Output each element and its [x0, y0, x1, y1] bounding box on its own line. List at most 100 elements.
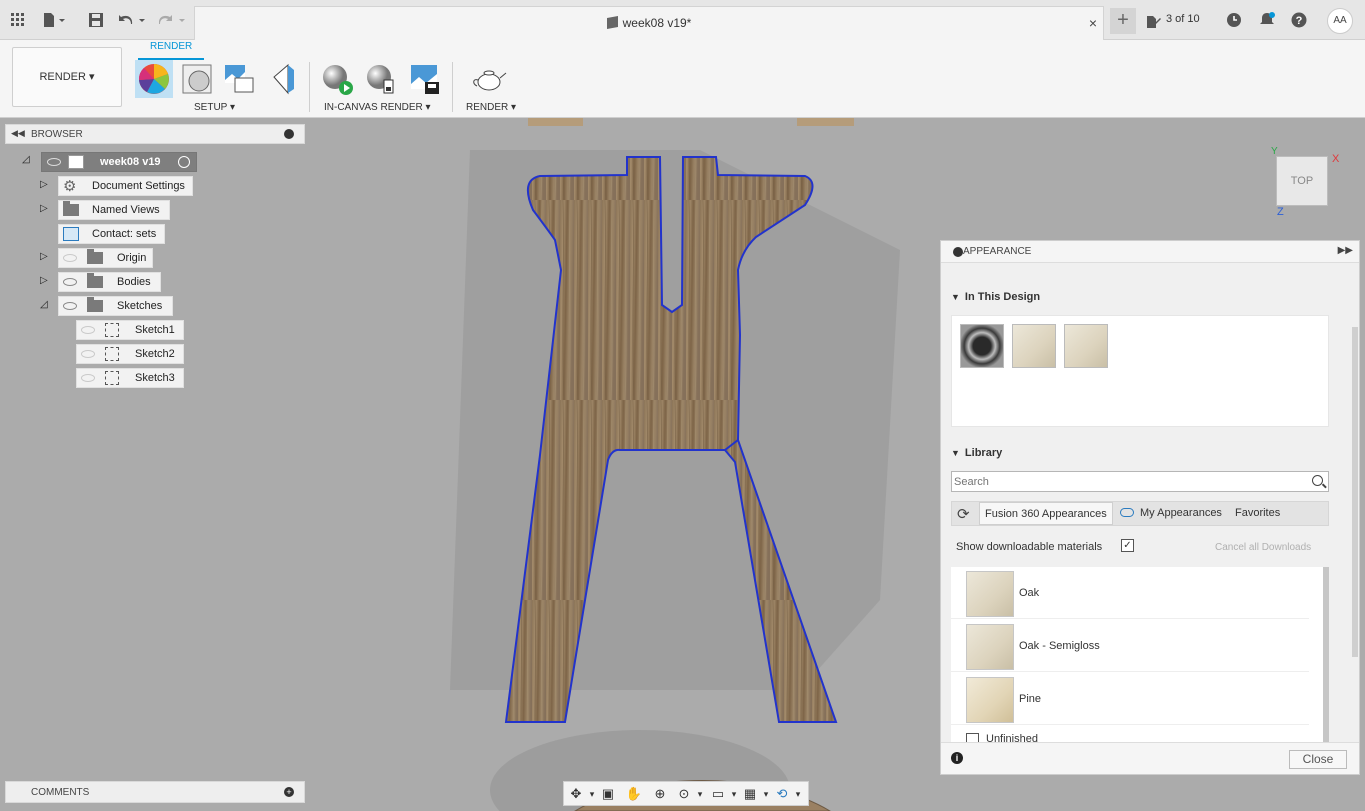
new-tab-button[interactable]: + — [1110, 8, 1136, 34]
browser-item-origin[interactable]: Origin — [58, 248, 153, 268]
zoom-icon[interactable]: ⊕ — [652, 786, 668, 802]
fit-icon[interactable]: ⊙ — [676, 786, 692, 802]
visibility-icon[interactable] — [81, 374, 95, 382]
activate-radio-icon[interactable] — [178, 156, 190, 168]
oak-semigloss-appearance-swatch[interactable] — [1064, 324, 1108, 368]
browser-item-sketch3[interactable]: Sketch3 — [76, 368, 184, 388]
visibility-icon[interactable] — [81, 350, 95, 358]
browser-item-bodies[interactable]: Bodies — [58, 272, 161, 292]
add-comment-icon[interactable]: + — [284, 787, 294, 797]
tab-favorites[interactable]: Favorites — [1235, 502, 1280, 525]
save-icon[interactable] — [86, 10, 106, 30]
collapse-section-icon[interactable]: ▼ — [951, 448, 960, 458]
redo-icon[interactable] — [158, 10, 188, 30]
svg-text:?: ? — [1296, 15, 1303, 27]
file-menu-icon[interactable] — [40, 10, 70, 30]
oak-appearance-swatch[interactable] — [1012, 324, 1056, 368]
close-button[interactable]: Close — [1289, 750, 1347, 769]
material-item-pine[interactable]: Pine — [951, 674, 1309, 725]
cloud-icon — [1120, 508, 1134, 517]
collapse-panel-icon[interactable]: ◀◀ — [11, 128, 25, 139]
in-canvas-settings-icon[interactable] — [362, 60, 400, 98]
expand-icon[interactable]: ▷ — [40, 179, 48, 190]
material-list-scroll-thumb[interactable] — [1323, 567, 1329, 743]
appearance-panel-header[interactable]: APPEARANCE ▶▶ — [941, 241, 1359, 263]
app-grid-icon[interactable] — [8, 10, 28, 30]
look-at-icon[interactable]: ▣ — [600, 786, 616, 802]
visibility-icon[interactable] — [81, 326, 95, 334]
chevron-down-icon[interactable]: ▾ — [790, 786, 806, 802]
setup-group-label[interactable]: SETUP ▾ — [194, 102, 235, 113]
library-search-box[interactable] — [951, 471, 1329, 492]
comments-panel[interactable]: COMMENTS + — [5, 781, 305, 803]
expand-icon[interactable]: ▷ — [40, 203, 48, 214]
tab-my-appearances[interactable]: My Appearances — [1140, 502, 1222, 525]
chrome-appearance-swatch[interactable] — [960, 324, 1004, 368]
tab-fusion-360-appearances[interactable]: Fusion 360 Appearances — [979, 502, 1113, 525]
chevron-down-icon[interactable]: ▾ — [692, 786, 708, 802]
expand-panel-icon[interactable]: ▶▶ — [1338, 245, 1353, 256]
appearance-panel-footer: i Close — [941, 742, 1359, 774]
library-search-input[interactable] — [952, 472, 1292, 491]
chevron-down-icon[interactable]: ▾ — [584, 786, 600, 802]
browser-item-sketches[interactable]: Sketches — [58, 296, 173, 316]
versions-icon[interactable] — [1146, 11, 1162, 31]
browser-item-named-views[interactable]: Named Views — [58, 200, 170, 220]
texture-map-icon[interactable] — [220, 60, 258, 98]
browser-item-sketch2[interactable]: Sketch2 — [76, 344, 184, 364]
in-canvas-group-label[interactable]: IN-CANVAS RENDER ▾ — [324, 102, 431, 113]
browser-item-sketch1[interactable]: Sketch1 — [76, 320, 184, 340]
chevron-down-icon[interactable]: ▾ — [758, 786, 774, 802]
cancel-all-downloads-link[interactable]: Cancel all Downloads — [1215, 542, 1311, 553]
display-settings-icon[interactable]: ▭ — [710, 786, 726, 802]
tab-render[interactable]: RENDER — [150, 41, 192, 52]
decal-icon[interactable] — [264, 60, 302, 98]
minimize-browser-icon[interactable] — [284, 129, 294, 139]
search-icon[interactable] — [1312, 475, 1323, 486]
material-item-oak-semigloss[interactable]: Oak - Semigloss — [951, 621, 1309, 672]
pan-hand-icon[interactable]: ✋ — [626, 786, 642, 802]
close-tab-icon[interactable]: × — [1089, 15, 1097, 31]
scene-settings-icon[interactable] — [178, 60, 216, 98]
browser-item-document-settings[interactable]: ⚙ Document Settings — [58, 176, 193, 196]
render-group-label[interactable]: RENDER ▾ — [466, 102, 516, 113]
visibility-icon[interactable] — [63, 278, 77, 286]
library-header[interactable]: ▼ Library — [951, 447, 1002, 459]
visibility-icon[interactable] — [63, 254, 77, 262]
undo-icon[interactable] — [118, 10, 148, 30]
browser-panel-header[interactable]: ◀◀ BROWSER — [5, 124, 305, 144]
visibility-icon[interactable] — [63, 302, 77, 310]
viewports-icon[interactable]: ⟲ — [774, 786, 790, 802]
expand-icon[interactable]: ▷ — [40, 275, 48, 286]
info-icon[interactable]: i — [951, 752, 963, 764]
notifications-icon[interactable] — [1257, 10, 1277, 30]
expand-icon[interactable]: ▷ — [40, 251, 48, 262]
document-tab[interactable]: week08 v19* × — [194, 6, 1104, 40]
job-status-icon[interactable] — [1224, 10, 1244, 30]
in-canvas-render-icon[interactable] — [318, 60, 356, 98]
collapse-section-icon[interactable]: ▼ — [951, 292, 960, 302]
version-count[interactable]: 3 of 10 — [1166, 13, 1200, 25]
panel-scrollbar[interactable] — [1352, 327, 1358, 657]
expand-root-icon[interactable]: ◿ — [22, 154, 30, 165]
collapse-icon[interactable]: ◿ — [40, 299, 48, 310]
visibility-icon[interactable] — [47, 158, 61, 166]
view-cube[interactable]: TOP — [1276, 156, 1328, 206]
grid-icon[interactable]: ▦ — [742, 786, 758, 802]
browser-item-contact-sets[interactable]: Contact: sets — [58, 224, 165, 244]
material-item-oak[interactable]: Oak — [951, 568, 1309, 619]
browser-root-node[interactable]: week08 v19 — [41, 152, 197, 172]
workspace-switcher-button[interactable]: RENDER ▾ — [12, 47, 122, 107]
show-downloadable-checkbox[interactable]: ✓ — [1121, 539, 1134, 552]
chevron-down-icon[interactable]: ▾ — [726, 786, 742, 802]
render-teapot-icon[interactable] — [470, 60, 508, 98]
user-avatar[interactable]: AA — [1327, 8, 1353, 34]
in-this-design-header[interactable]: ▼ In This Design — [951, 291, 1040, 303]
capture-image-icon[interactable] — [406, 60, 444, 98]
orbit-move-icon[interactable]: ✥ — [568, 786, 584, 802]
help-icon[interactable]: ? — [1289, 10, 1309, 30]
appearance-tool-icon[interactable] — [135, 60, 173, 98]
minimize-panel-icon[interactable] — [953, 247, 963, 257]
material-list: Oak Oak - Semigloss Pine — [951, 567, 1323, 745]
refresh-icon[interactable]: ⟳ — [957, 505, 970, 523]
